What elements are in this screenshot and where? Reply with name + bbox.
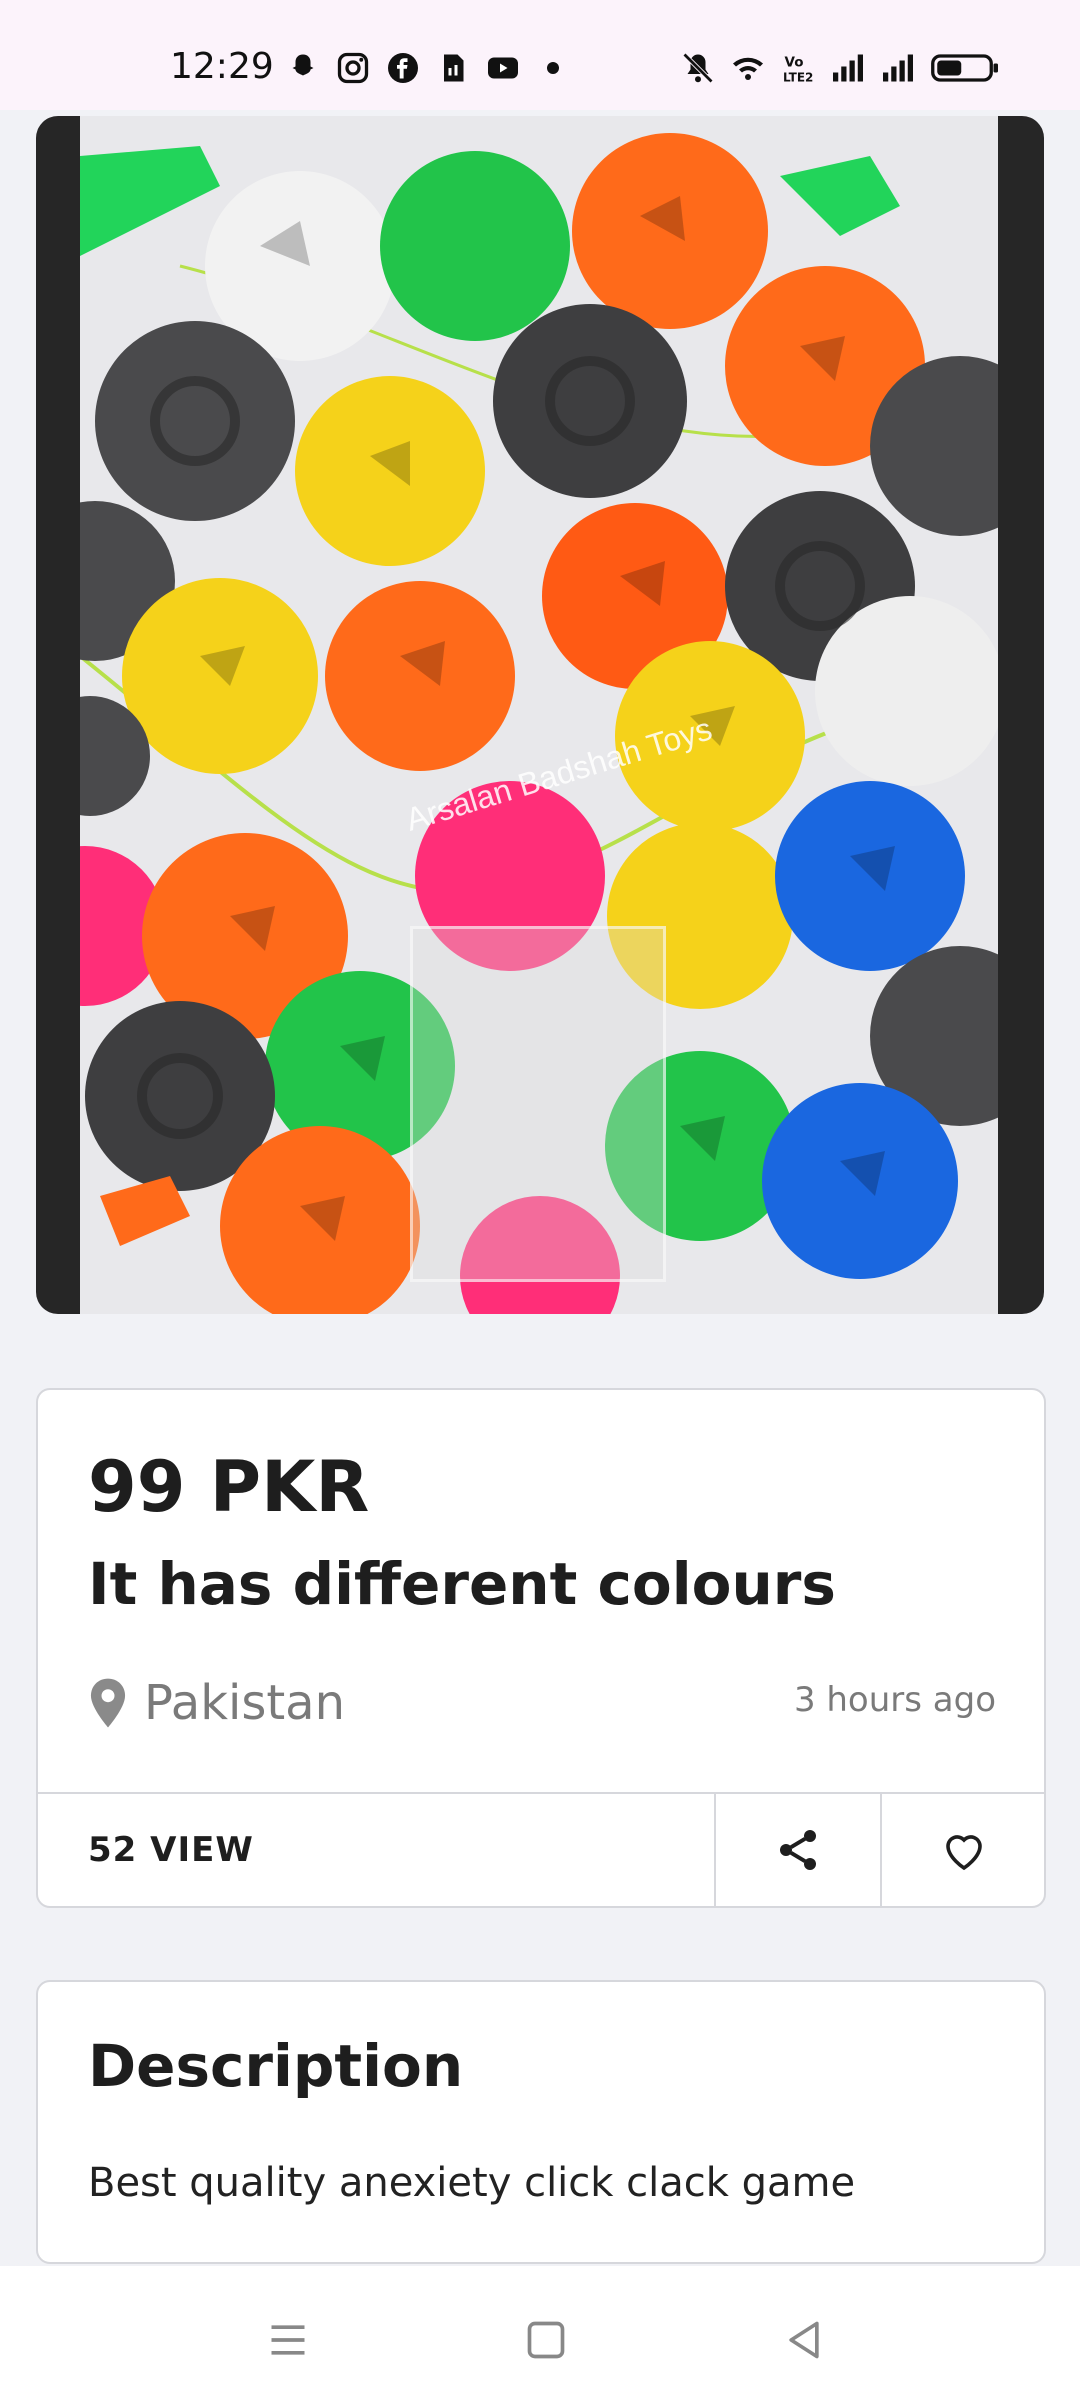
favorite-button[interactable] [880,1794,1044,1906]
status-bar: 12:29 Vo LTE2 [0,0,1080,110]
sim-icon [435,50,471,86]
signal-icon [880,50,916,86]
svg-text:Vo: Vo [785,55,804,71]
back-triangle-icon [789,2321,819,2359]
volte-icon: Vo LTE2 [780,50,816,86]
battery-icon [930,50,1000,86]
view-count: 52 VIEW [88,1830,254,1870]
mute-icon [680,50,716,86]
dot-icon [535,50,571,86]
instagram-icon [335,50,371,86]
product-photo: Arsalan Badshah Toys [80,116,998,1314]
system-icons: Vo LTE2 [680,50,1000,86]
listing-price: 99 PKR [88,1446,370,1528]
listing-location: Pakistan [88,1675,345,1731]
product-image-viewer[interactable]: Arsalan Badshah Toys [36,116,1044,1314]
back-button[interactable] [774,2310,834,2370]
status-time: 12:29 [170,46,274,87]
snapchat-icon [285,50,321,86]
listing-title: It has different colours [88,1550,836,1618]
description-text: Best quality anexiety click clack game [88,2160,856,2206]
system-navigation-bar [0,2266,1080,2400]
thumbnail-overlay [410,926,666,1282]
square-icon [527,2321,565,2359]
location-pin-icon [90,1678,126,1728]
listing-info-card: 99 PKR It has different colours Pakistan… [36,1388,1046,1908]
youtube-icon [485,50,521,86]
share-icon [780,1830,816,1870]
description-card: Description Best quality anexiety click … [36,1980,1046,2264]
facebook-icon [385,50,421,86]
svg-text:LTE2: LTE2 [783,71,813,85]
heart-icon [946,1835,982,1871]
share-button[interactable] [714,1794,880,1906]
menu-icon [271,2325,305,2355]
notification-icons [285,50,571,86]
posted-time: 3 hours ago [793,1680,996,1720]
description-heading: Description [88,2032,464,2100]
location-text: Pakistan [144,1675,345,1731]
home-button[interactable] [516,2310,576,2370]
wifi-icon [730,50,766,86]
recents-button[interactable] [258,2310,318,2370]
signal-icon [830,50,866,86]
